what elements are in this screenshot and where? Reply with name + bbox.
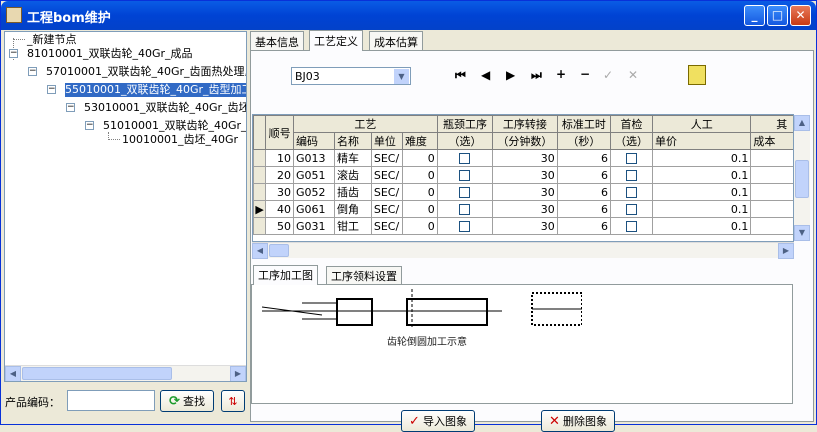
col-price: 单价 [652, 132, 752, 150]
maximize-button[interactable]: □ [767, 5, 788, 26]
col-check-sub: （选） [609, 132, 654, 150]
tree-hscrollbar[interactable]: ◀ ▶ [5, 365, 246, 381]
swap-button[interactable]: ⇅ [221, 390, 245, 412]
import-image-button[interactable]: ✓ 导入图象 [401, 410, 475, 432]
collapse-icon[interactable]: − [47, 85, 56, 94]
table-row[interactable]: 20 G051 滚齿 SEC/ 0 30 6 0.1 [253, 166, 793, 184]
grid-vscrollbar[interactable]: ▲ ▼ [794, 115, 810, 241]
first-record-icon[interactable]: ⏮ [455, 68, 466, 83]
col-cost: 成本 [750, 132, 793, 150]
tree-item[interactable]: 51010001_双联齿轮_40Gr_步 [103, 119, 246, 133]
cancel-record-icon[interactable]: ✕ [628, 68, 638, 82]
col-transfer: 工序转接 [492, 115, 558, 133]
scroll-thumb[interactable] [22, 367, 172, 380]
col-name: 名称 [333, 132, 372, 150]
drawing-caption: 齿轮倒圆加工示意 [387, 337, 467, 348]
delete-image-button[interactable]: ✕ 删除图象 [541, 410, 615, 432]
prev-record-icon[interactable]: ◀ [481, 68, 490, 82]
scroll-up-icon[interactable]: ▲ [794, 115, 810, 131]
col-transfer-sub: （分钟数） [492, 132, 558, 150]
col-unit: 单位 [370, 132, 403, 150]
first-check-checkbox[interactable] [626, 204, 637, 215]
chevron-down-icon[interactable]: ▼ [394, 69, 409, 84]
search-button[interactable]: ⟳ 查找 [160, 390, 214, 412]
tab-basic-info[interactable]: 基本信息 [250, 31, 304, 50]
collapse-icon[interactable]: − [28, 67, 37, 76]
first-check-checkbox[interactable] [626, 187, 637, 198]
delete-record-icon[interactable]: − [580, 67, 590, 81]
scroll-left-icon[interactable]: ◀ [5, 366, 21, 381]
collapse-icon[interactable]: − [66, 103, 75, 112]
col-process: 工艺 [292, 115, 438, 133]
col-std-time: 标准工时 [556, 115, 612, 133]
window-title: 工程bom维护 [27, 11, 111, 26]
bottleneck-checkbox[interactable] [459, 221, 471, 232]
scroll-left-icon[interactable]: ◀ [252, 243, 268, 259]
title-bar: 工程bom维护 _ □ ✕ [1, 1, 816, 30]
table-row[interactable]: 10 G013 精车 SEC/ 0 30 6 0.1 [253, 149, 793, 167]
bottleneck-checkbox[interactable] [459, 170, 471, 181]
tree-item-selected[interactable]: 55010001_双联齿轮_40Gr_齿型加工 [65, 83, 246, 97]
scroll-down-icon[interactable]: ▼ [794, 225, 810, 241]
col-bottleneck-sub: （选） [436, 132, 494, 150]
tab-process-definition[interactable]: 工艺定义 [309, 30, 363, 51]
product-code-input[interactable] [67, 390, 155, 411]
tab-material-settings[interactable]: 工序领料设置 [326, 266, 402, 284]
tree-item[interactable]: 81010001_双联齿轮_40Gr_成品 [27, 47, 193, 61]
col-other: 其 [750, 115, 793, 133]
scroll-thumb[interactable] [269, 244, 289, 257]
add-record-icon[interactable]: + [556, 67, 566, 81]
x-icon: ✕ [549, 413, 560, 429]
col-bottleneck: 瓶颈工序 [436, 115, 494, 133]
tree-item[interactable]: 53010001_双联齿轮_40Gr_齿坯 [84, 101, 246, 115]
col-std-sub: （秒） [556, 132, 612, 150]
first-check-checkbox[interactable] [626, 170, 637, 181]
scroll-right-icon[interactable]: ▶ [778, 243, 794, 259]
bottleneck-checkbox[interactable] [459, 153, 471, 164]
table-row[interactable]: 30 G052 插齿 SEC/ 0 30 6 0.1 [253, 183, 793, 201]
process-grid[interactable]: 顺号 工艺 瓶颈工序 工序转接 标准工时 首检 人工 其 编码 名称 单位 难度 [252, 114, 794, 242]
tree-item[interactable]: _新建节点 [27, 33, 77, 47]
app-icon [6, 7, 22, 23]
first-check-checkbox[interactable] [626, 153, 637, 164]
tab-process-drawing[interactable]: 工序加工图 [253, 265, 318, 285]
bj-combo[interactable]: BJ03 ▼ [291, 67, 411, 85]
exit-door-icon[interactable] [688, 65, 706, 85]
scroll-right-icon[interactable]: ▶ [230, 366, 246, 381]
last-record-icon[interactable]: ⏭ [531, 68, 542, 83]
bom-tree[interactable]: _新建节点 − 81010001_双联齿轮_40Gr_成品 − 57010001… [4, 31, 247, 382]
table-row[interactable]: ▶ 40 G061 倒角 SEC/ 0 30 6 0.1 [253, 200, 793, 218]
process-drawing-panel: 齿轮倒圆加工示意 [251, 284, 793, 404]
next-record-icon[interactable]: ▶ [506, 68, 515, 82]
first-check-checkbox[interactable] [626, 221, 637, 232]
main-window: 工程bom维护 _ □ ✕ _新建节点 − 81010001_双联齿轮_40Gr… [0, 0, 817, 432]
col-code: 编码 [292, 132, 335, 150]
table-row[interactable]: 50 G031 钳工 SEC/ 0 30 6 0.1 [253, 217, 793, 235]
bottleneck-checkbox[interactable] [459, 204, 471, 215]
process-panel: BJ03 ▼ ⏮ ◀ ▶ ⏭ + − ✓ ✕ 顺号 工艺 瓶颈工序 工序转接 标… [250, 50, 814, 432]
bottleneck-checkbox[interactable] [459, 187, 471, 198]
col-seq: 顺号 [265, 115, 294, 150]
tree-item[interactable]: 10010001_齿坯_40Gr [122, 133, 238, 147]
scroll-thumb[interactable] [795, 160, 809, 198]
tab-cost-estimate[interactable]: 成本估算 [369, 31, 423, 50]
checkmark-icon: ✓ [409, 413, 420, 429]
row-pointer-icon: ▶ [253, 200, 267, 218]
tree-item[interactable]: 57010001_双联齿轮_40Gr_齿面热处理, [46, 65, 246, 79]
right-pane: 基本信息 工艺定义 成本估算 BJ03 ▼ ⏮ ◀ ▶ ⏭ + − ✓ ✕ 顺号 [250, 30, 814, 432]
col-difficulty: 难度 [401, 132, 438, 150]
swap-icon: ⇅ [228, 394, 238, 408]
product-code-label: 产品编码： [5, 396, 60, 409]
post-record-icon[interactable]: ✓ [603, 68, 613, 82]
col-labor: 人工 [652, 115, 752, 133]
collapse-icon[interactable]: − [9, 49, 18, 58]
minimize-button[interactable]: _ [744, 5, 765, 26]
collapse-icon[interactable]: − [85, 121, 94, 130]
col-first-check: 首检 [609, 115, 654, 133]
close-button[interactable]: ✕ [790, 5, 811, 26]
refresh-icon: ⟳ [169, 393, 180, 409]
grid-hscrollbar[interactable]: ◀ ▶ [252, 242, 794, 259]
